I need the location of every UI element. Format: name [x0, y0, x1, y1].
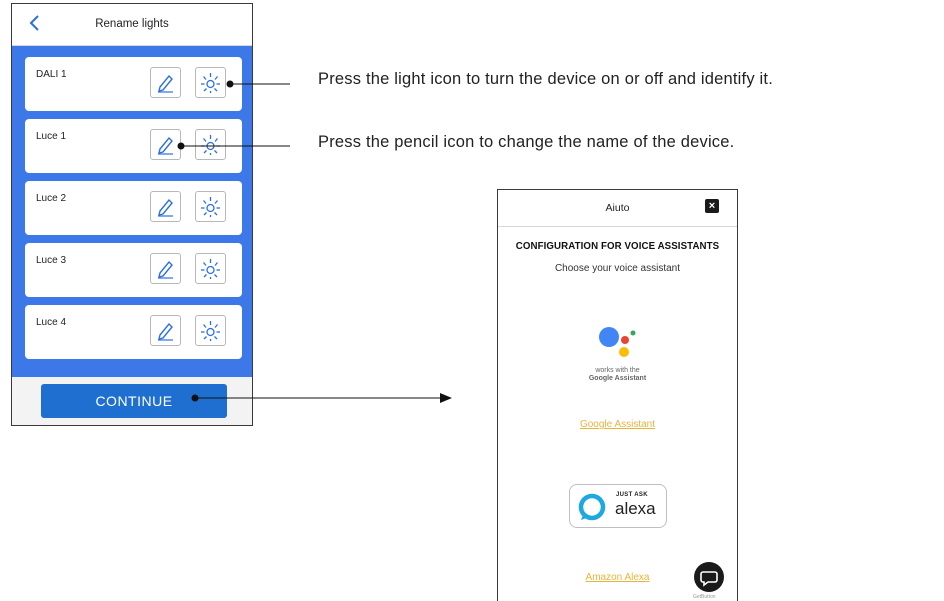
device-card: Luce 4	[25, 305, 242, 359]
alexa-word: alexa	[615, 499, 656, 518]
light-toggle-button[interactable]	[195, 191, 226, 222]
pencil-icon	[158, 198, 173, 217]
close-icon[interactable]: ×	[705, 199, 719, 213]
device-name: Luce 3	[36, 255, 67, 266]
device-name: Luce 2	[36, 193, 67, 204]
caption-line: Google Assistant	[588, 375, 647, 382]
help-title: Aiuto	[605, 202, 630, 214]
device-name: DALI 1	[36, 69, 67, 80]
rename-button[interactable]	[150, 191, 181, 222]
device-name: Luce 4	[36, 317, 67, 328]
device-list: DALI 1 Luce 1 Luce 2 Luce 3 Luce 4	[12, 46, 252, 377]
rename-button[interactable]	[150, 129, 181, 160]
alexa-small-text: JUST ASK	[616, 492, 648, 498]
rename-button[interactable]	[150, 315, 181, 346]
alexa-ring-icon	[578, 493, 606, 521]
pencil-icon	[158, 260, 173, 279]
page-title: Rename lights	[95, 18, 169, 30]
device-card: Luce 2	[25, 181, 242, 235]
device-card: Luce 3	[25, 243, 242, 297]
pencil-icon-note: Press the pencil icon to change the name…	[318, 133, 735, 151]
light-toggle-button[interactable]	[195, 253, 226, 284]
help-screen: Aiuto × CONFIGURATION FOR VOICE ASSISTAN…	[497, 189, 738, 601]
rename-button[interactable]	[150, 67, 181, 98]
google-assistant-logo-icon[interactable]	[596, 323, 644, 363]
light-icon	[201, 321, 220, 341]
header-bar: Rename lights	[12, 4, 252, 46]
google-assistant-link[interactable]: Google Assistant	[498, 419, 737, 430]
caption-line: works with the	[595, 367, 640, 374]
help-header: Aiuto ×	[498, 190, 737, 227]
pencil-icon	[158, 136, 173, 155]
pencil-icon	[158, 74, 173, 93]
chat-caption: GetButton	[693, 594, 716, 600]
chat-button[interactable]	[694, 562, 724, 592]
light-icon	[201, 259, 220, 279]
device-name: Luce 1	[36, 131, 67, 142]
alexa-badge[interactable]: JUST ASK alexa	[569, 484, 667, 528]
device-card: DALI 1	[25, 57, 242, 111]
light-icon-note: Press the light icon to turn the device …	[318, 70, 773, 88]
voice-assistant-subheading: Choose your voice assistant	[554, 263, 681, 274]
light-icon	[201, 135, 220, 155]
light-toggle-button[interactable]	[195, 67, 226, 98]
continue-button[interactable]: CONTINUE	[41, 384, 227, 418]
device-card: Luce 1	[25, 119, 242, 173]
google-assistant-caption: works with the Google Assistant	[498, 367, 737, 383]
rename-button[interactable]	[150, 253, 181, 284]
footer-bar: CONTINUE	[12, 377, 252, 425]
light-icon	[201, 197, 220, 217]
chat-bubble-icon	[700, 571, 718, 587]
pencil-icon	[158, 322, 173, 341]
light-icon	[201, 73, 220, 93]
light-toggle-button[interactable]	[195, 129, 226, 160]
light-toggle-button[interactable]	[195, 315, 226, 346]
rename-lights-screen: Rename lights DALI 1 Luce 1 Luce 2 Luce …	[11, 3, 253, 426]
voice-assistant-heading: CONFIGURATION FOR VOICE ASSISTANTS	[515, 241, 720, 252]
